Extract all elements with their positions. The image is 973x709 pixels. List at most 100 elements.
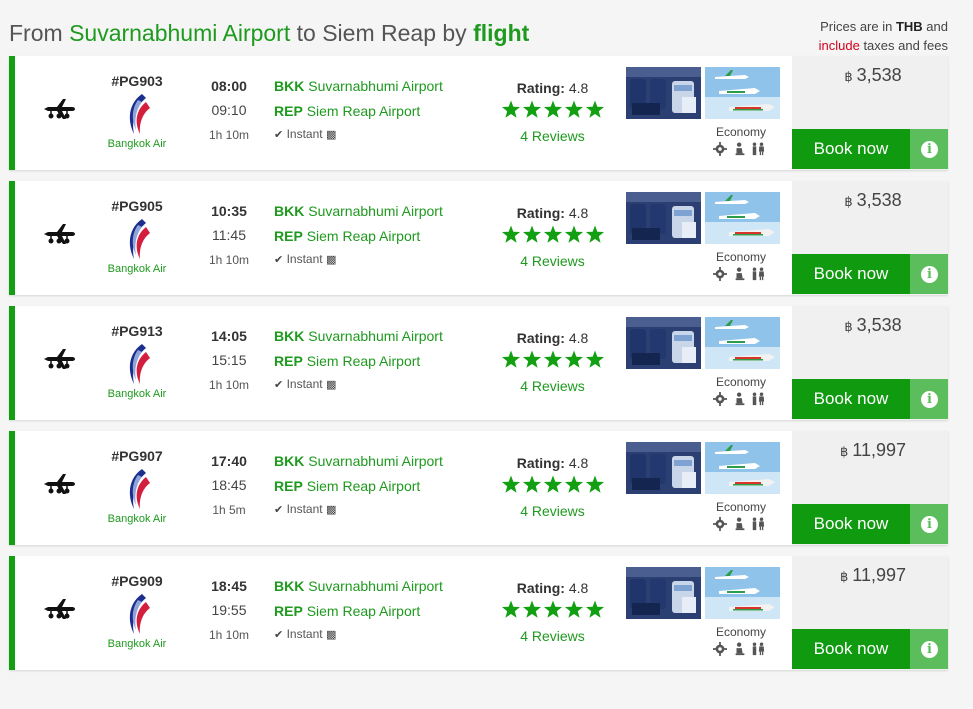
flight-number: #PG905 — [111, 198, 163, 214]
price: ฿ 3,538 — [792, 190, 954, 211]
arrival-airport: REP Siem Reap Airport — [274, 228, 420, 244]
price: ฿ 11,997 — [792, 565, 954, 586]
departure-airport-name: Suvarnabhumi Airport — [308, 328, 443, 344]
departure-airport-name: Suvarnabhumi Airport — [308, 78, 443, 94]
rating-star — [501, 600, 521, 618]
flight-number: #PG909 — [111, 573, 163, 589]
rating-star — [501, 350, 521, 368]
price-note-taxes: taxes and fees — [859, 38, 948, 53]
flight-card: #PG905 Bangkok Air 10:35 11:45 1h 10m BKK Suv… — [9, 181, 948, 295]
departure-time: 14:05 — [211, 328, 247, 344]
rating-label: Rating: — [516, 80, 565, 96]
info-button[interactable]: i — [910, 504, 948, 544]
info-button[interactable]: i — [910, 379, 948, 419]
arrival-airport: REP Siem Reap Airport — [274, 103, 420, 119]
instant-label: Instant — [286, 127, 323, 141]
departure-time: 18:45 — [211, 578, 247, 594]
flight-card: #PG909 Bangkok Air 18:45 19:55 1h 10m BKK Suv… — [9, 556, 948, 670]
book-now-button[interactable]: Book now — [792, 254, 910, 294]
luggage-icon: ▩ — [325, 129, 337, 141]
instant-booking: ✔ Instant ▩ — [274, 627, 336, 641]
book-now-button[interactable]: Book now — [792, 504, 910, 544]
price-box: ฿ 3,538 Book now i — [792, 181, 948, 295]
title-from: From — [9, 20, 70, 46]
aircraft-photo[interactable] — [705, 192, 780, 244]
reviews-link[interactable]: 4 Reviews — [495, 128, 610, 144]
title-by: by — [436, 20, 474, 46]
reviews-link[interactable]: 4 Reviews — [495, 628, 610, 644]
amenities — [713, 517, 769, 533]
arrival-time: 18:45 — [211, 477, 247, 493]
rating-value: 4.8 — [568, 580, 589, 596]
check-icon: ✔ — [274, 129, 284, 141]
rating-label: Rating: — [516, 580, 565, 596]
price-note-include: include — [818, 38, 860, 53]
rating-stars — [501, 100, 605, 120]
rating-label: Rating: — [516, 205, 565, 221]
cabin-class: Economy — [715, 375, 767, 389]
currency-symbol: ฿ — [844, 69, 853, 84]
rating-star — [585, 475, 605, 493]
rating-star — [501, 475, 521, 493]
check-icon: ✔ — [274, 629, 284, 641]
arrival-code: REP — [274, 103, 303, 119]
book-now-button[interactable]: Book now — [792, 629, 910, 669]
currency-symbol: ฿ — [840, 569, 849, 584]
info-button[interactable]: i — [910, 254, 948, 294]
departure-time: 17:40 — [211, 453, 247, 469]
info-button[interactable]: i — [910, 629, 948, 669]
rating: Rating: 4.8 — [495, 330, 610, 346]
price-value: 3,538 — [856, 315, 902, 335]
settings-icon — [713, 142, 727, 161]
departure-airport-name: Suvarnabhumi Airport — [308, 453, 443, 469]
departure-airport: BKK Suvarnabhumi Airport — [274, 578, 443, 594]
rating: Rating: 4.8 — [495, 580, 610, 596]
flight-card: #PG907 Bangkok Air 17:40 18:45 1h 5m BKK Suva… — [9, 431, 948, 545]
cabin-photo[interactable] — [626, 192, 701, 244]
luggage-icon: ▩ — [325, 629, 337, 641]
amenities — [713, 142, 769, 158]
aircraft-photo[interactable] — [705, 442, 780, 494]
book-now-button[interactable]: Book now — [792, 129, 910, 169]
rating-star — [585, 350, 605, 368]
price-note-prefix: Prices are in — [820, 19, 896, 34]
arrival-airport: REP Siem Reap Airport — [274, 478, 420, 494]
aircraft-photo[interactable] — [705, 567, 780, 619]
aircraft-photo[interactable] — [705, 317, 780, 369]
rating-star — [522, 600, 542, 618]
rating-star — [543, 475, 563, 493]
flight-card: #PG903 Bangkok Air 08:00 09:10 1h 10m BKK Suv… — [9, 56, 948, 170]
flight-number: #PG907 — [111, 448, 163, 464]
reviews-link[interactable]: 4 Reviews — [495, 378, 610, 394]
cabin-class: Economy — [715, 500, 767, 514]
rating-star — [543, 225, 563, 243]
price-value: 3,538 — [856, 190, 902, 210]
reviews-link[interactable]: 4 Reviews — [495, 503, 610, 519]
info-button[interactable]: i — [910, 129, 948, 169]
aircraft-photo[interactable] — [705, 67, 780, 119]
duration: 1h 10m — [208, 628, 250, 642]
rating-star — [543, 600, 563, 618]
rating-label: Rating: — [516, 455, 565, 471]
cabin-photo[interactable] — [626, 317, 701, 369]
airline-name: Bangkok Air — [107, 138, 167, 150]
reviews-link[interactable]: 4 Reviews — [495, 253, 610, 269]
airline-logo — [122, 217, 152, 261]
arrival-time: 19:55 — [211, 602, 247, 618]
settings-icon — [713, 267, 727, 286]
airline-logo — [122, 592, 152, 636]
cabin-photo[interactable] — [626, 67, 701, 119]
departure-airport-name: Suvarnabhumi Airport — [308, 203, 443, 219]
restroom-icon — [751, 642, 765, 661]
price-box: ฿ 11,997 Book now i — [792, 431, 948, 545]
arrival-airport-name: Siem Reap Airport — [306, 603, 421, 619]
price-note-line1: Prices are in THB and — [819, 17, 948, 36]
instant-label: Instant — [286, 502, 323, 516]
seat-icon — [733, 142, 747, 161]
cabin-photo[interactable] — [626, 442, 701, 494]
rating-star — [522, 100, 542, 118]
book-now-button[interactable]: Book now — [792, 379, 910, 419]
cabin-photo[interactable] — [626, 567, 701, 619]
check-icon: ✔ — [274, 504, 284, 516]
price: ฿ 11,997 — [792, 440, 954, 461]
